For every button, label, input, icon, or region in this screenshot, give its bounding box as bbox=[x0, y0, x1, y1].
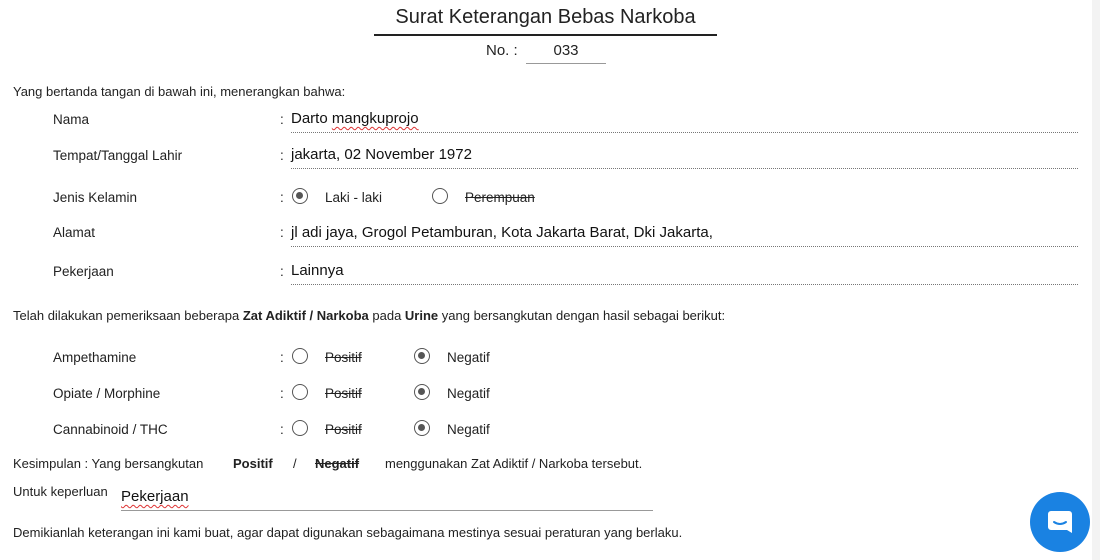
number-value: 033 bbox=[526, 42, 606, 64]
chat-bubble-icon bbox=[1048, 511, 1072, 533]
alamat-field[interactable]: jl adi jaya, Grogol Petamburan, Kota Jak… bbox=[291, 224, 1078, 247]
colon: : bbox=[280, 264, 284, 279]
radio-perempuan[interactable] bbox=[432, 188, 448, 204]
conclusion-negatif: Negatif bbox=[315, 456, 360, 471]
colon: : bbox=[280, 148, 284, 163]
document-title: Surat Keterangan Bebas Narkoba bbox=[374, 6, 717, 36]
scrollbar-track[interactable] bbox=[1092, 0, 1100, 560]
number-label: No. : bbox=[486, 42, 518, 59]
option-negatif-label: Negatif bbox=[447, 350, 490, 365]
option-positif-label: Positif bbox=[325, 386, 362, 401]
colon: : bbox=[280, 112, 284, 127]
radio-laki-laki[interactable] bbox=[292, 188, 308, 204]
nama-label: Nama bbox=[53, 112, 90, 127]
purpose-field[interactable]: Pekerjaan bbox=[121, 488, 653, 511]
radio-negatif[interactable] bbox=[414, 348, 430, 364]
exam-text-sample: Urine bbox=[404, 308, 439, 323]
option-positif-label: Positif bbox=[325, 350, 362, 365]
option-negatif-label: Negatif bbox=[447, 386, 490, 401]
document-page: Surat Keterangan Bebas Narkoba No. : 033… bbox=[0, 0, 1092, 560]
nama-value-first: Darto bbox=[291, 110, 332, 127]
radio-positif[interactable] bbox=[292, 420, 308, 436]
purpose-value: Pekerjaan bbox=[121, 488, 189, 505]
radio-positif[interactable] bbox=[292, 384, 308, 400]
conclusion-prefix: Kesimpulan : Yang bersangkutan bbox=[13, 456, 204, 471]
ttl-field[interactable]: jakarta, 02 November 1972 bbox=[291, 146, 1078, 169]
purpose-label: Untuk keperluan bbox=[13, 484, 108, 499]
exam-text-e: yang bersangkutan dengan hasil sebagai b… bbox=[438, 308, 726, 323]
option-laki-laki-label: Laki - laki bbox=[325, 190, 383, 205]
option-negatif-label: Negatif bbox=[447, 422, 490, 437]
exam-text-a: Telah dilakukan pemeriksaan beberapa bbox=[13, 308, 243, 323]
colon: : bbox=[280, 190, 284, 205]
colon: : bbox=[280, 350, 284, 365]
pekerjaan-label: Pekerjaan bbox=[53, 264, 114, 279]
test-name: Ampethamine bbox=[53, 350, 137, 365]
test-name: Opiate / Morphine bbox=[53, 386, 161, 401]
conclusion-suffix: menggunakan Zat Adiktif / Narkoba terseb… bbox=[385, 456, 643, 471]
conclusion-slash: / bbox=[293, 456, 297, 471]
exam-text-c: pada bbox=[368, 308, 405, 323]
option-perempuan-label: Perempuan bbox=[465, 190, 535, 205]
colon: : bbox=[280, 386, 284, 401]
ttl-label: Tempat/Tanggal Lahir bbox=[53, 148, 183, 163]
exam-sentence: Telah dilakukan pemeriksaan beberapa Zat… bbox=[13, 308, 725, 323]
option-positif-label: Positif bbox=[325, 422, 362, 437]
nama-value-last: mangkuprojo bbox=[331, 110, 419, 127]
radio-positif[interactable] bbox=[292, 348, 308, 364]
closing-text: Demikianlah keterangan ini kami buat, ag… bbox=[13, 525, 683, 540]
colon: : bbox=[280, 422, 284, 437]
nama-field[interactable]: Darto mangkuprojo bbox=[291, 110, 1078, 133]
test-name: Cannabinoid / THC bbox=[53, 422, 168, 437]
alamat-label: Alamat bbox=[53, 225, 96, 240]
jk-label: Jenis Kelamin bbox=[53, 190, 138, 205]
radio-negatif[interactable] bbox=[414, 420, 430, 436]
conclusion-positif: Positif bbox=[233, 456, 273, 471]
pekerjaan-field[interactable]: Lainnya bbox=[291, 262, 1078, 285]
radio-negatif[interactable] bbox=[414, 384, 430, 400]
colon: : bbox=[280, 225, 284, 240]
intro-text: Yang bertanda tangan di bawah ini, mener… bbox=[13, 84, 346, 99]
chat-launcher-button[interactable] bbox=[1030, 492, 1090, 552]
exam-text-substance: Zat Adiktif / Narkoba bbox=[242, 308, 369, 323]
